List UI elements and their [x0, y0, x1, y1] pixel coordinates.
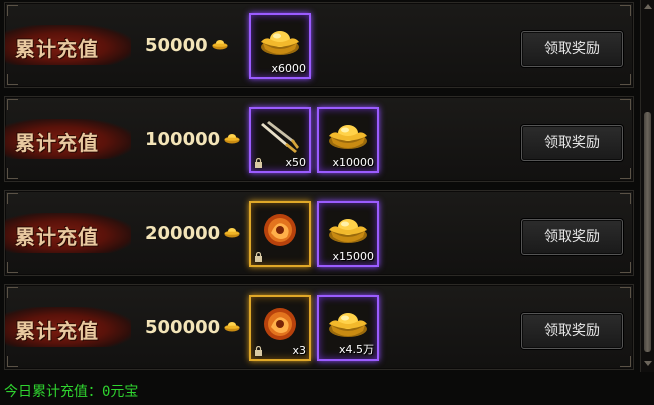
reward-slot[interactable] [249, 201, 311, 267]
twin-blades-icon [261, 121, 299, 153]
flame-orb-icon [264, 308, 296, 340]
frame-corner [7, 168, 18, 179]
frame-corner [7, 193, 18, 204]
tier-label: 累计充值 [15, 37, 99, 61]
reward-slot[interactable]: x6000 [249, 13, 311, 79]
claim-reward-button[interactable]: 领取奖励 [521, 219, 623, 255]
recharge-reward-list: 累计充值 50000 x6000 领取奖励 累计充值 100000 x50 x1… [0, 0, 640, 372]
flame-orb-icon [264, 214, 296, 246]
tier-amount: 200000 [145, 223, 240, 244]
claim-reward-button[interactable]: 领取奖励 [521, 313, 623, 349]
scroll-thumb[interactable] [644, 112, 651, 352]
reward-row: 累计充值 500000 x3 x4.5万 领取奖励 [4, 284, 634, 370]
tier-label-banner: 累计充值 [5, 25, 131, 65]
tier-label-banner: 累计充值 [5, 307, 131, 347]
frame-corner [620, 99, 631, 110]
tier-amount: 50000 [145, 35, 228, 56]
frame-corner [620, 262, 631, 273]
frame-corner [620, 5, 631, 16]
reward-slot[interactable]: x15000 [317, 201, 379, 267]
reward-row: 累计充值 50000 x6000 领取奖励 [4, 2, 634, 88]
frame-corner [620, 168, 631, 179]
tier-amount: 500000 [145, 317, 240, 338]
frame-corner [7, 5, 18, 16]
tier-label: 累计充值 [15, 131, 99, 155]
frame-corner [7, 262, 18, 273]
scroll-down-icon[interactable] [643, 358, 653, 368]
reward-slot[interactable]: x50 [249, 107, 311, 173]
frame-corner [7, 287, 18, 298]
gold-ingot-icon [329, 125, 367, 149]
reward-quantity: x50 [285, 156, 306, 169]
gold-ingot-icon [261, 31, 299, 55]
frame-corner [620, 193, 631, 204]
reward-slot[interactable]: x10000 [317, 107, 379, 173]
tier-label: 累计充值 [15, 225, 99, 249]
lock-icon [255, 346, 262, 356]
gold-ingot-icon [329, 313, 367, 337]
frame-corner [7, 356, 18, 367]
yuanbao-icon [212, 39, 228, 49]
tier-amount-value: 50000 [145, 35, 208, 56]
reward-quantity: x10000 [332, 156, 374, 169]
tier-label: 累计充值 [15, 319, 99, 343]
frame-corner [620, 287, 631, 298]
lock-icon [255, 252, 262, 262]
lock-icon [255, 158, 262, 168]
yuanbao-icon [224, 321, 240, 331]
tier-amount-value: 100000 [145, 129, 221, 150]
tier-amount-value: 500000 [145, 317, 221, 338]
reward-quantity: x15000 [332, 250, 374, 263]
frame-corner [620, 356, 631, 367]
frame-corner [7, 74, 18, 85]
scroll-up-icon[interactable] [643, 2, 653, 12]
reward-row: 累计充值 100000 x50 x10000 领取奖励 [4, 96, 634, 182]
vertical-scrollbar[interactable] [640, 0, 654, 372]
reward-row: 累计充值 200000 x15000 领取奖励 [4, 190, 634, 276]
reward-slot[interactable]: x4.5万 [317, 295, 379, 361]
frame-corner [620, 74, 631, 85]
tier-amount-value: 200000 [145, 223, 221, 244]
claim-reward-button[interactable]: 领取奖励 [521, 125, 623, 161]
claim-reward-button[interactable]: 领取奖励 [521, 31, 623, 67]
gold-ingot-icon [329, 219, 367, 243]
reward-quantity: x3 [292, 344, 306, 357]
tier-label-banner: 累计充值 [5, 119, 131, 159]
reward-quantity: x6000 [271, 62, 306, 75]
tier-amount: 100000 [145, 129, 240, 150]
yuanbao-icon [224, 227, 240, 237]
reward-quantity: x4.5万 [338, 343, 374, 356]
footer-bar: 今日累计充值：0元宝 [0, 375, 654, 405]
reward-slot[interactable]: x3 [249, 295, 311, 361]
frame-corner [7, 99, 18, 110]
tier-label-banner: 累计充值 [5, 213, 131, 253]
today-recharge-text: 今日累计充值：0元宝 [4, 384, 139, 400]
yuanbao-icon [224, 133, 240, 143]
